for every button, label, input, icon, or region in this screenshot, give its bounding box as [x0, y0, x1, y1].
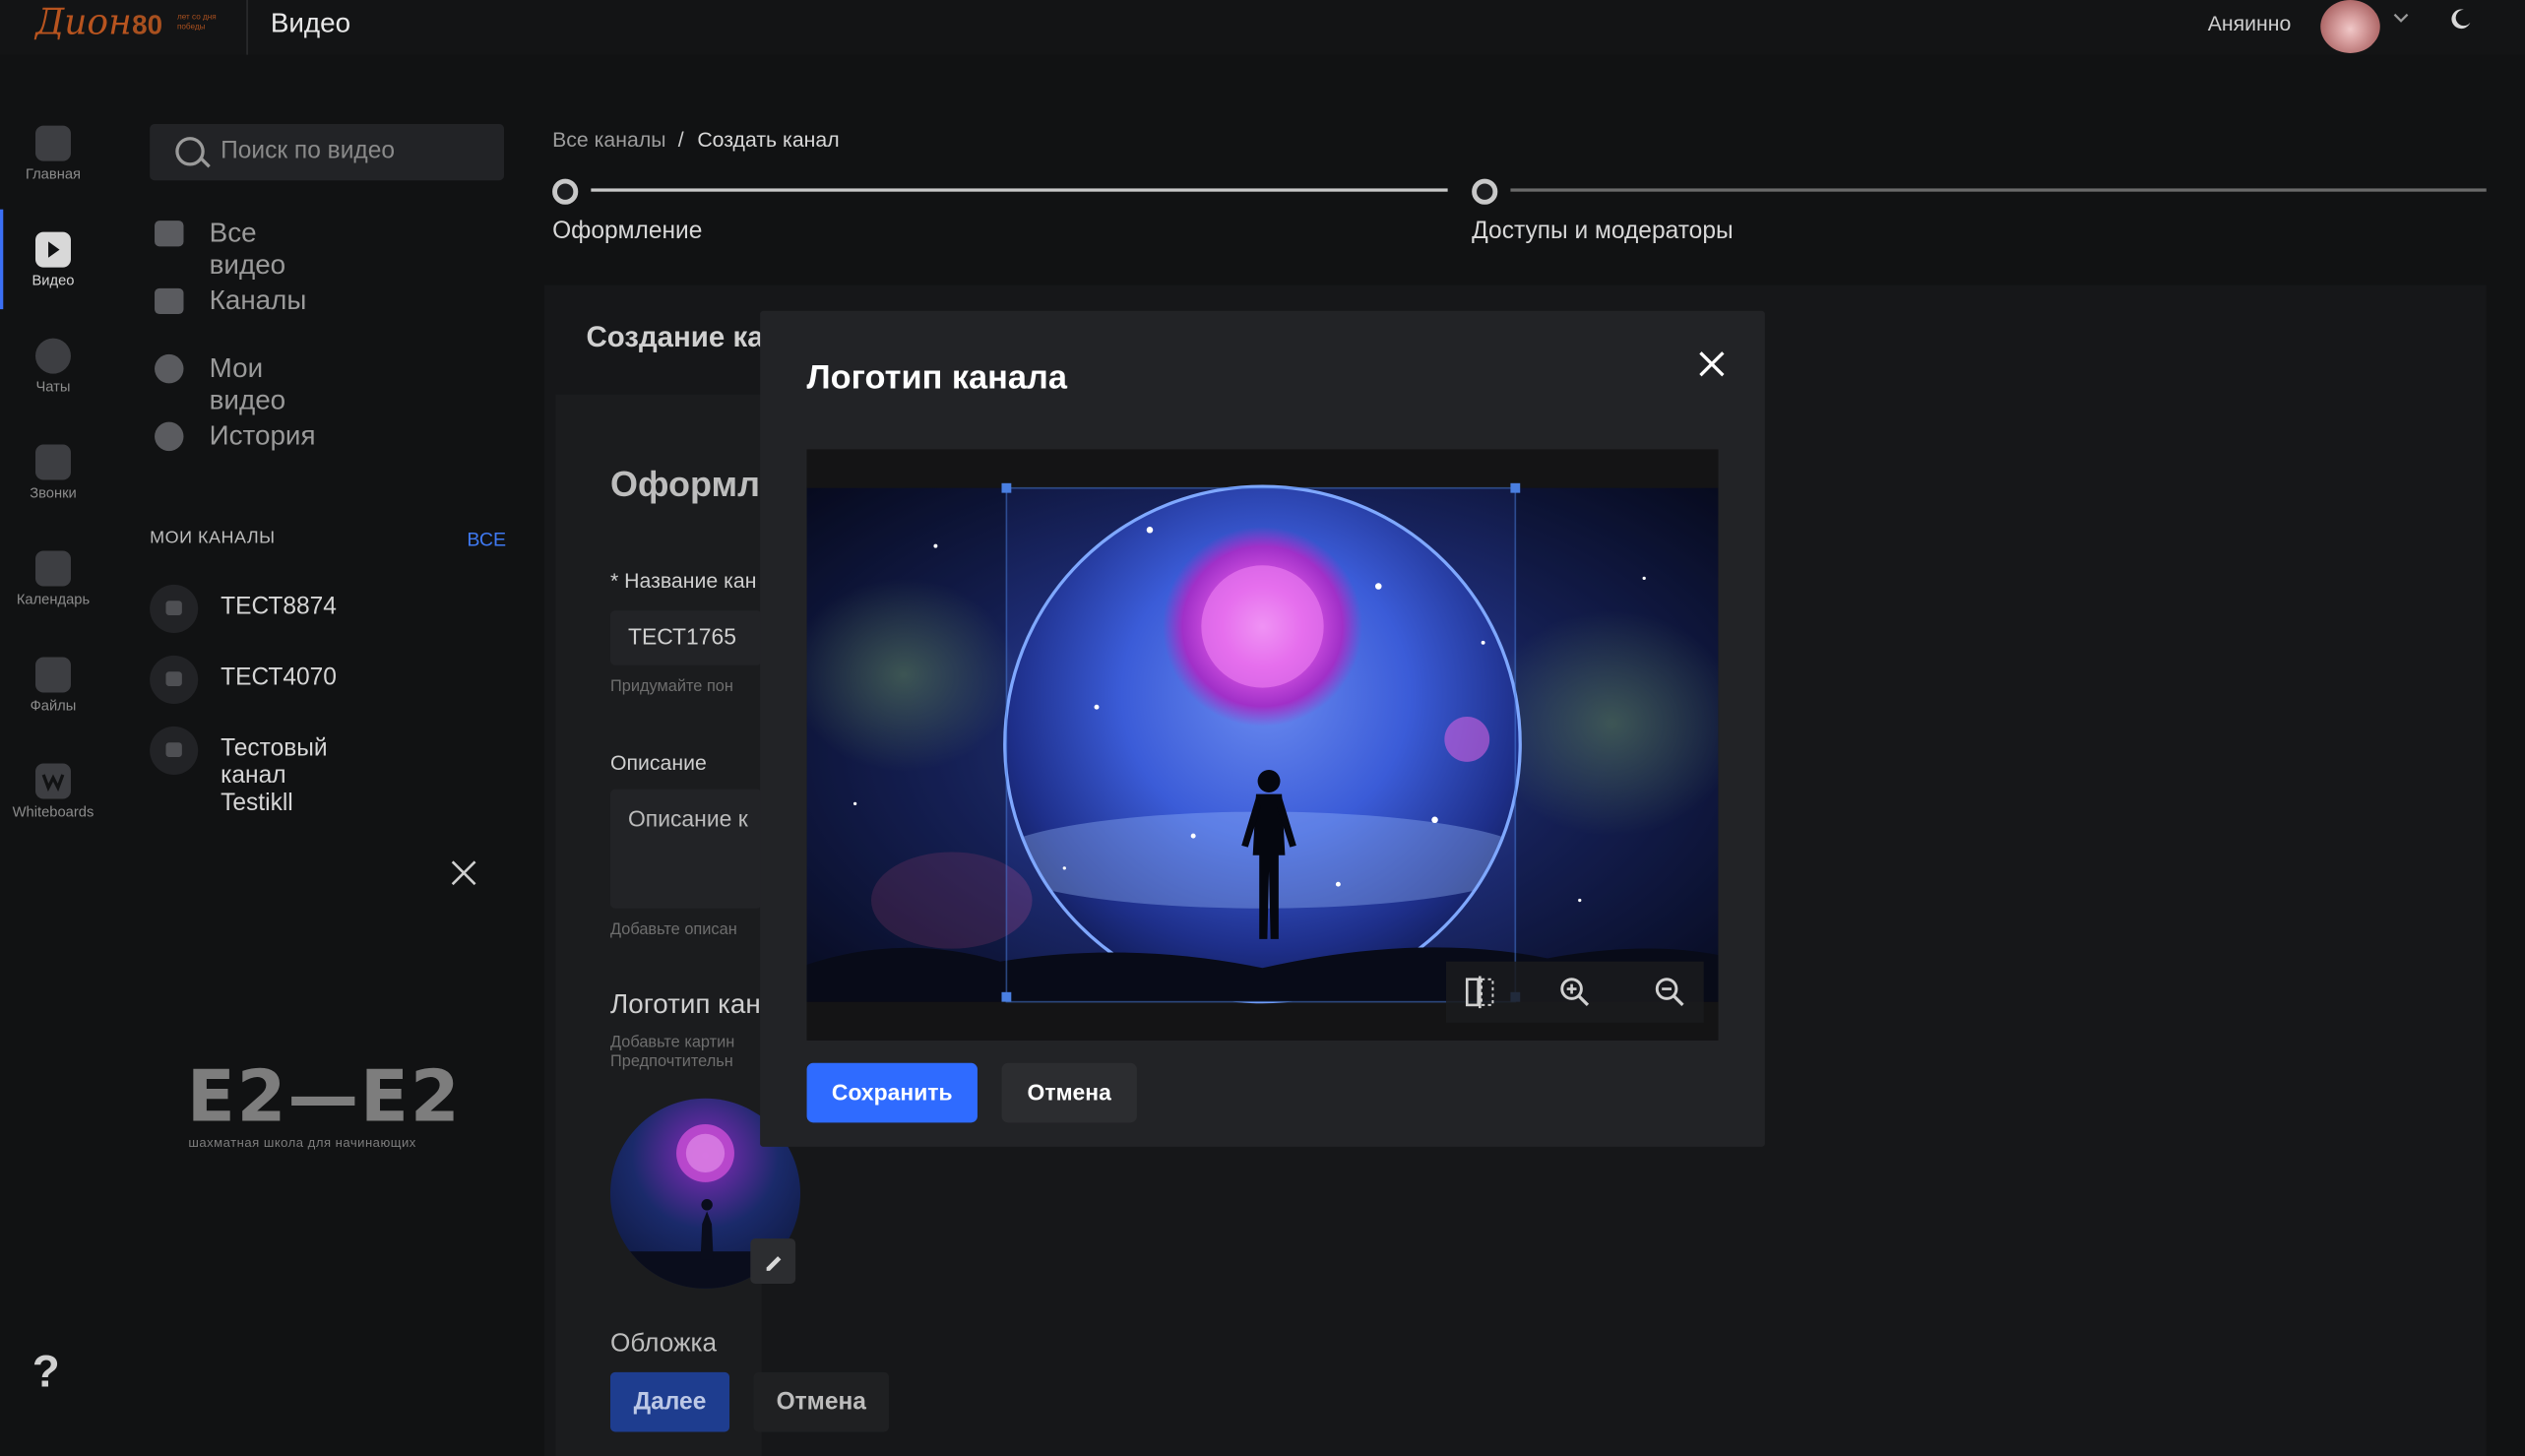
rail-item-video[interactable]: Видео: [0, 231, 106, 288]
chat-icon: [34, 338, 71, 374]
modal-title: Логотип канала: [806, 358, 1067, 397]
rail-label: Чаты: [35, 378, 71, 395]
form-cancel-button[interactable]: Отмена: [753, 1371, 889, 1432]
calendar-icon: [34, 550, 71, 587]
channel-label: ТЕСТ4070: [221, 664, 337, 691]
next-button[interactable]: Далее: [609, 1371, 730, 1432]
nav-label: Мои видео: [209, 352, 286, 416]
save-button-label: Сохранить: [831, 1079, 953, 1106]
channel-icon: [150, 584, 199, 633]
channel-icon: [150, 726, 199, 775]
edit-logo-button[interactable]: [750, 1238, 796, 1284]
step-line-2: [1510, 188, 2487, 192]
zoom-in-icon[interactable]: [1555, 973, 1594, 1011]
my-channels-all-link[interactable]: ВСЕ: [467, 529, 506, 551]
name-label: * Название кан: [609, 568, 757, 594]
description-label: Описание: [609, 750, 707, 775]
form-title: Оформле: [609, 464, 780, 505]
username[interactable]: Аняинно: [2208, 11, 2292, 35]
cancel-button-label: Отмена: [1027, 1079, 1111, 1106]
name-hint: Придумайте пон: [609, 677, 733, 696]
rail-item-calendar[interactable]: Календарь: [0, 550, 106, 607]
step-dot-2: [1472, 178, 1498, 205]
clock-icon: [155, 421, 184, 452]
step-label-1[interactable]: Оформление: [552, 218, 702, 245]
moon-icon[interactable]: [2449, 8, 2472, 35]
record-icon: [155, 353, 184, 384]
cropper-image: [806, 449, 1719, 1041]
rail-label: Главная: [25, 165, 81, 182]
cover-section-title: Обложка: [609, 1330, 718, 1359]
play-icon: [34, 231, 71, 268]
logo-modal: Логотип канала Сохранить Отмена: [760, 310, 1765, 1147]
files-icon: [34, 657, 71, 693]
logo-hint-line-2: Предпочтительн: [609, 1052, 733, 1071]
nav-label: Каналы: [209, 285, 307, 316]
breadcrumb-parent[interactable]: Все каналы: [552, 127, 665, 152]
header-divider: [246, 0, 248, 55]
step-label-2[interactable]: Доступы и модераторы: [1472, 218, 1733, 245]
flip-horizontal-icon[interactable]: [1461, 973, 1499, 1011]
search-icon: [175, 137, 205, 166]
zoom-out-icon[interactable]: [1651, 973, 1689, 1011]
tv-icon: [155, 287, 184, 315]
chevron-down-icon[interactable]: [2393, 10, 2409, 30]
close-icon[interactable]: [1694, 347, 1730, 382]
save-button[interactable]: Сохранить: [806, 1062, 978, 1123]
channel-name-value: ТЕСТ1765: [627, 623, 736, 650]
promo-logo[interactable]: E2—E2: [187, 1056, 462, 1138]
nav-label: Все видео: [209, 217, 286, 281]
logo-text: Дион: [34, 3, 132, 44]
my-channels-title: МОИ КАНАЛЫ: [150, 528, 276, 548]
channel-label: ТЕСТ8874: [221, 593, 337, 620]
image-cropper[interactable]: [806, 449, 1719, 1041]
next-button-label: Далее: [633, 1388, 707, 1417]
channel-icon: [150, 655, 199, 704]
search-input[interactable]: Поиск по видео: [150, 123, 505, 181]
rail-label: Календарь: [16, 591, 91, 607]
description-input[interactable]: Описание к: [609, 789, 762, 909]
logo-hint-line-1: Добавьте картин: [609, 1034, 735, 1052]
rail-item-whiteboards[interactable]: Whiteboards: [0, 763, 106, 820]
rail-label: Whiteboards: [12, 803, 95, 820]
help-icon[interactable]: ?: [32, 1347, 60, 1398]
rail-label: Файлы: [30, 697, 77, 714]
phone-icon: [34, 444, 71, 480]
promo-subtitle: шахматная школа для начинающих: [188, 1135, 416, 1151]
whiteboard-icon: [34, 763, 71, 799]
promo-close-icon[interactable]: [448, 856, 480, 889]
breadcrumb-separator: /: [677, 127, 684, 152]
home-icon: [34, 125, 71, 161]
logo-section-title: Логотип кан: [609, 988, 761, 1020]
rail-item-calls[interactable]: Звонки: [0, 444, 106, 501]
logo-number: 80: [132, 9, 163, 40]
search-placeholder: Поиск по видео: [221, 137, 396, 164]
page-title: Создание ка: [586, 320, 764, 353]
rail-label: Звонки: [30, 484, 77, 501]
nav-label: История: [209, 420, 316, 452]
description-placeholder: Описание к: [627, 805, 748, 832]
section-title: Видео: [270, 8, 351, 39]
video-icon: [155, 221, 184, 247]
rail-item-files[interactable]: Файлы: [0, 657, 106, 714]
breadcrumb-current: Создать канал: [697, 127, 840, 152]
rail-item-chats[interactable]: Чаты: [0, 338, 106, 395]
channel-name-input[interactable]: ТЕСТ1765: [609, 610, 762, 665]
form-cancel-label: Отмена: [776, 1388, 866, 1417]
top-header: [0, 0, 2525, 55]
rail-item-home[interactable]: Главная: [0, 125, 106, 182]
channel-label: Тестовый канал Testikll: [221, 734, 328, 817]
logo-hint: Добавьте картин Предпочтительн: [610, 1034, 734, 1072]
logo-tagline: лет со дня победы: [176, 13, 217, 32]
user-avatar[interactable]: [2320, 0, 2380, 53]
step-line-1: [591, 188, 1448, 192]
step-dot-1: [552, 178, 579, 205]
cancel-button[interactable]: Отмена: [1001, 1062, 1137, 1123]
rail-label: Видео: [32, 272, 75, 288]
description-hint: Добавьте описан: [609, 920, 737, 939]
